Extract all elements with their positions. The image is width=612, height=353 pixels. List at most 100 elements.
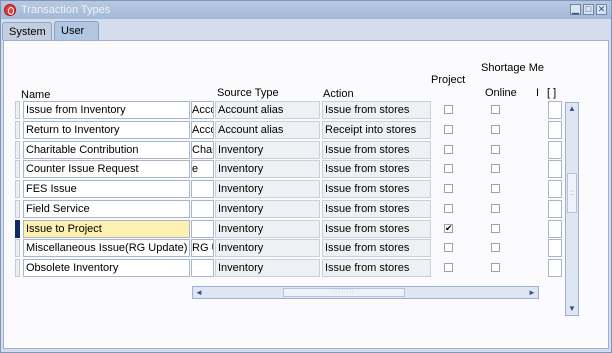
- transaction-types-window: Transaction Types ▁ □ ✕ System User Name…: [0, 0, 612, 353]
- action-field[interactable]: Issue from stores: [322, 239, 431, 257]
- action-field[interactable]: Receipt into stores: [322, 121, 431, 139]
- action-field[interactable]: Issue from stores: [322, 220, 431, 238]
- description-field[interactable]: Accou: [191, 121, 214, 139]
- project-checkbox[interactable]: [444, 125, 453, 134]
- source-type-field[interactable]: Inventory: [215, 259, 320, 277]
- action-field[interactable]: Issue from stores: [322, 160, 431, 178]
- action-field[interactable]: Issue from stores: [322, 259, 431, 277]
- table-row[interactable]: Issue to Project Inventory Issue from stor…: [4, 220, 564, 240]
- flexfield-cell[interactable]: [548, 141, 562, 159]
- online-checkbox[interactable]: [491, 184, 500, 193]
- description-field[interactable]: [191, 220, 214, 238]
- project-checkbox[interactable]: [444, 263, 453, 272]
- table-row[interactable]: FES Issue Inventory Issue from stores: [4, 180, 564, 200]
- row-selector[interactable]: [15, 121, 20, 139]
- row-selector[interactable]: [15, 101, 20, 119]
- row-selector[interactable]: [15, 220, 20, 238]
- online-checkbox[interactable]: [491, 125, 500, 134]
- header-name: Name: [21, 89, 51, 101]
- flexfield-cell[interactable]: [548, 180, 562, 198]
- online-checkbox[interactable]: [491, 243, 500, 252]
- name-field[interactable]: Issue from Inventory: [23, 101, 190, 119]
- table-row[interactable]: Charitable ContributionChariInventoryIss…: [4, 141, 564, 161]
- horizontal-scroll-thumb[interactable]: ::::::::: [283, 288, 405, 297]
- scroll-up-icon[interactable]: ▲: [568, 104, 576, 113]
- table-row[interactable]: Obsolete Inventory Inventory Issue from st…: [4, 259, 564, 279]
- project-checkbox[interactable]: [444, 145, 453, 154]
- name-field[interactable]: Miscellaneous Issue(RG Update): [23, 239, 190, 257]
- flexfield-cell[interactable]: [548, 200, 562, 218]
- row-selector[interactable]: [15, 160, 20, 178]
- online-checkbox[interactable]: [491, 105, 500, 114]
- project-checkbox[interactable]: [444, 184, 453, 193]
- online-checkbox[interactable]: [491, 164, 500, 173]
- action-field[interactable]: Issue from stores: [322, 101, 431, 119]
- header-shortage-messages: Shortage Me: [481, 62, 544, 74]
- name-field[interactable]: Return to Inventory: [23, 121, 190, 139]
- description-field[interactable]: [191, 200, 214, 218]
- scroll-left-icon[interactable]: ◄: [195, 288, 203, 297]
- title-bar: Transaction Types ▁ □ ✕: [1, 1, 611, 19]
- tab-user[interactable]: User: [54, 21, 99, 41]
- maximize-icon[interactable]: □: [583, 4, 594, 15]
- scroll-down-icon[interactable]: ▼: [568, 304, 576, 313]
- online-checkbox[interactable]: [491, 145, 500, 154]
- source-type-field[interactable]: Inventory: [215, 180, 320, 198]
- online-checkbox[interactable]: [491, 224, 500, 233]
- table-row[interactable]: Issue from InventoryAccoAccount aliasIss…: [4, 101, 564, 121]
- row-selector[interactable]: [15, 239, 20, 257]
- description-field[interactable]: [191, 180, 214, 198]
- table-row[interactable]: Miscellaneous Issue(RG Update)RG UInvent…: [4, 239, 564, 259]
- action-field[interactable]: Issue from stores: [322, 141, 431, 159]
- source-type-field[interactable]: Inventory: [215, 239, 320, 257]
- source-type-field[interactable]: Account alias: [215, 101, 320, 119]
- flexfield-cell[interactable]: [548, 121, 562, 139]
- source-type-field[interactable]: Inventory: [215, 200, 320, 218]
- vertical-scrollbar[interactable]: ▲ :: ▼: [565, 102, 579, 316]
- name-field[interactable]: Obsolete Inventory: [23, 259, 190, 277]
- project-checkbox[interactable]: ✔: [444, 224, 453, 233]
- table-row[interactable]: Counter Issue Request e Inventory Issue fro…: [4, 160, 564, 180]
- description-field[interactable]: e: [191, 160, 214, 178]
- table-row[interactable]: Return to InventoryAccouAccount aliasRec…: [4, 121, 564, 141]
- flexfield-cell[interactable]: [548, 239, 562, 257]
- minimize-icon[interactable]: ▁: [570, 4, 581, 15]
- source-type-field[interactable]: Account alias: [215, 121, 320, 139]
- close-icon[interactable]: ✕: [596, 4, 607, 15]
- action-field[interactable]: Issue from stores: [322, 180, 431, 198]
- action-field[interactable]: Issue from stores: [322, 200, 431, 218]
- project-checkbox[interactable]: [444, 164, 453, 173]
- description-field[interactable]: RG U: [191, 239, 214, 257]
- source-type-field[interactable]: Inventory: [215, 141, 320, 159]
- flexfield-cell[interactable]: [548, 220, 562, 238]
- horizontal-scrollbar[interactable]: ◄ :::::::: ►: [192, 286, 539, 299]
- source-type-field[interactable]: Inventory: [215, 160, 320, 178]
- source-type-field[interactable]: Inventory: [215, 220, 320, 238]
- project-checkbox[interactable]: [444, 204, 453, 213]
- description-field[interactable]: Acco: [191, 101, 214, 119]
- row-selector[interactable]: [15, 200, 20, 218]
- online-checkbox[interactable]: [491, 263, 500, 272]
- name-field[interactable]: FES Issue: [23, 180, 190, 198]
- online-checkbox[interactable]: [491, 204, 500, 213]
- row-selector[interactable]: [15, 180, 20, 198]
- tab-bar: System User: [1, 21, 611, 41]
- name-field[interactable]: Counter Issue Request: [23, 160, 190, 178]
- flexfield-cell[interactable]: [548, 101, 562, 119]
- name-field[interactable]: Issue to Project: [23, 220, 190, 238]
- description-field[interactable]: [191, 259, 214, 277]
- table-row[interactable]: Field Service Inventory Issue from stores: [4, 200, 564, 220]
- row-selector[interactable]: [15, 141, 20, 159]
- project-checkbox[interactable]: [444, 105, 453, 114]
- project-checkbox[interactable]: [444, 243, 453, 252]
- vertical-scroll-thumb[interactable]: ::: [567, 173, 577, 213]
- flexfield-cell[interactable]: [548, 160, 562, 178]
- tab-system[interactable]: System: [2, 22, 52, 40]
- scroll-right-icon[interactable]: ►: [528, 288, 536, 297]
- header-online: Online: [485, 87, 517, 99]
- name-field[interactable]: Charitable Contribution: [23, 141, 190, 159]
- name-field[interactable]: Field Service: [23, 200, 190, 218]
- flexfield-cell[interactable]: [548, 259, 562, 277]
- row-selector[interactable]: [15, 259, 20, 277]
- description-field[interactable]: Chari: [191, 141, 214, 159]
